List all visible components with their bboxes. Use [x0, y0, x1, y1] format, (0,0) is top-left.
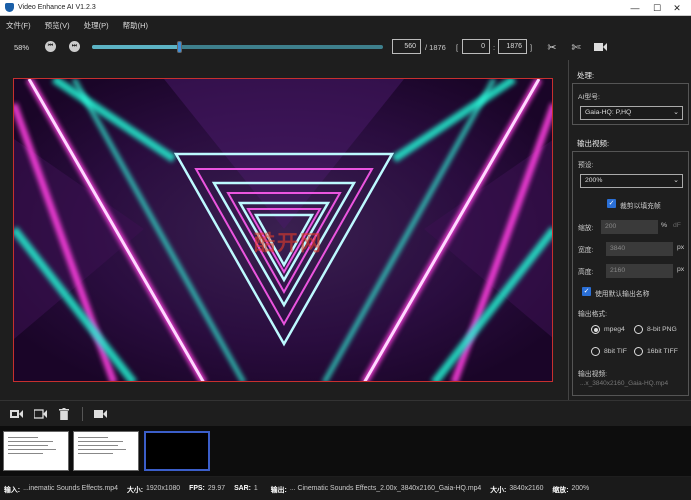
output-settings-group: 预设: 200% ⌄ ✓ 裁剪以填充帧 缩放: 200 % dF 宽度: 384… [572, 151, 689, 396]
output-scale-value: 200% [571, 485, 590, 492]
width-input[interactable]: 3840 [606, 242, 673, 256]
format-tiff16-label: 16bit TIFF [647, 348, 678, 355]
output-size-value: 3840x2160 [509, 485, 544, 492]
width-label: 宽度: [578, 247, 594, 254]
ai-model-value: Gaia-HQ: P,HQ [585, 109, 632, 116]
menu-bar: 文件(F) 预览(V) 处理(P) 帮助(H) [0, 16, 691, 34]
title-bar: Video Enhance AI V1.2.3 — ☐ ✕ [0, 0, 691, 16]
input-label: 输入: [4, 486, 21, 494]
scale-alt-unit: dF [673, 222, 681, 229]
format-png-label: 8-bit PNG [647, 326, 677, 333]
fps-label: FPS: [189, 485, 205, 492]
input-value: ...inematic Sounds Effects.mp4 [23, 485, 118, 492]
clip-thumbnail-selected[interactable] [144, 431, 210, 471]
timeline-fill [92, 45, 180, 49]
output-size-label: 大小: [490, 486, 507, 494]
default-name-label: 使用默认输出名称 [595, 291, 650, 298]
scale-unit: % [661, 222, 668, 229]
menu-preview[interactable]: 预览(V) [45, 20, 70, 31]
format-mpeg4-label: mpeg4 [604, 326, 625, 333]
chevron-down-icon: ⌄ [673, 109, 679, 116]
menu-file[interactable]: 文件(F) [6, 20, 31, 31]
total-frames: / 1876 [425, 43, 446, 52]
previous-frame-icon[interactable]: ⏮ [45, 41, 56, 52]
window-title: Video Enhance AI V1.2.3 [18, 4, 96, 11]
format-tiff16-radio[interactable] [634, 347, 643, 356]
scale-input[interactable]: 200 [601, 220, 658, 234]
ai-model-label: AI型号: [578, 94, 600, 101]
split-scissors-icon[interactable]: ✄ [569, 40, 583, 54]
fps-value: 29.97 [207, 485, 226, 492]
preset-dropdown[interactable]: 200% ⌄ [580, 174, 683, 188]
output-video-label: 输出视频: [578, 371, 608, 378]
clip-thumbnail[interactable] [3, 431, 69, 471]
default-name-checkbox[interactable]: ✓ [582, 287, 591, 296]
video-camera-icon[interactable] [593, 40, 607, 54]
current-frame-input[interactable]: 560 [392, 39, 421, 54]
output-scale-label: 缩放: [552, 486, 569, 494]
output-label: 输出: [270, 486, 287, 494]
scale-label: 缩放: [578, 225, 594, 232]
watermark-text: 酷开网 [254, 232, 323, 255]
preview-area: 酷开网 [0, 60, 567, 400]
range-close-bracket: ] [530, 43, 533, 52]
height-label: 高度: [578, 269, 594, 276]
range-separator: : [493, 43, 496, 52]
height-input[interactable]: 2160 [606, 264, 673, 278]
clip-thumbnail-strip [0, 426, 691, 476]
clip-toolbar [0, 400, 691, 426]
format-png-radio[interactable] [634, 325, 643, 334]
crop-fill-label: 裁剪以填充帧 [620, 203, 661, 210]
zoom-level: 58% [14, 43, 30, 52]
camera-remove-icon[interactable] [33, 407, 47, 421]
process-section-title: 处理: [577, 71, 595, 80]
output-value: ... Cinematic Sounds Effects_2.00x_3840x… [289, 485, 482, 492]
ai-model-dropdown[interactable]: Gaia-HQ: P,HQ ⌄ [580, 106, 683, 120]
crop-fill-checkbox[interactable]: ✓ [607, 199, 616, 208]
format-tif8-radio[interactable] [591, 347, 600, 356]
timeline-thumb[interactable] [177, 41, 183, 53]
status-bar: 输入: ...inematic Sounds Effects.mp4 大小: 1… [0, 477, 691, 500]
preset-label: 预设: [578, 162, 594, 169]
output-format-label: 输出格式: [578, 311, 608, 318]
chevron-down-icon: ⌄ [673, 177, 679, 184]
output-video-filename[interactable]: ...x_3840x2160_Gaia-HQ.mp4 [580, 380, 668, 387]
next-frame-icon[interactable]: ⏭ [69, 41, 80, 52]
size-label: 大小: [126, 486, 144, 494]
toolbar-separator [82, 407, 83, 421]
range-open-bracket: [ [456, 43, 459, 52]
video-camera-icon[interactable] [93, 407, 107, 421]
width-unit: px [677, 244, 685, 251]
scissors-icon[interactable]: ✂ [545, 40, 559, 54]
format-mpeg4-radio[interactable] [591, 325, 600, 334]
sar-value: 1 [253, 485, 258, 492]
size-value: 1920x1080 [146, 485, 181, 492]
preset-value: 200% [585, 177, 603, 184]
range-end-input[interactable]: 1876 [498, 39, 527, 54]
ai-model-group: AI型号: Gaia-HQ: P,HQ ⌄ [572, 83, 689, 125]
menu-help[interactable]: 帮助(H) [123, 20, 148, 31]
height-unit: px [677, 266, 685, 273]
timeline-slider[interactable] [92, 41, 383, 53]
range-start-input[interactable]: 0 [462, 39, 490, 54]
clip-thumbnail[interactable] [73, 431, 139, 471]
video-preview[interactable]: 酷开网 [13, 78, 553, 382]
sar-label: SAR: [234, 485, 251, 492]
settings-panel: 处理: AI型号: Gaia-HQ: P,HQ ⌄ 输出视频: 预设: 200%… [568, 60, 691, 400]
output-video-section-title: 输出视频: [577, 139, 610, 148]
trash-icon[interactable] [57, 407, 71, 421]
format-tif8-label: 8bit TIF [604, 348, 627, 355]
menu-process[interactable]: 处理(P) [84, 20, 109, 31]
app-shield-icon [5, 3, 14, 12]
close-button[interactable]: ✕ [663, 0, 691, 16]
camera-add-icon[interactable] [9, 407, 23, 421]
toolbar: 58% ⏮ ⏭ 560 / 1876 [ 0 : 1876 ] ✂ ✄ [0, 34, 691, 60]
